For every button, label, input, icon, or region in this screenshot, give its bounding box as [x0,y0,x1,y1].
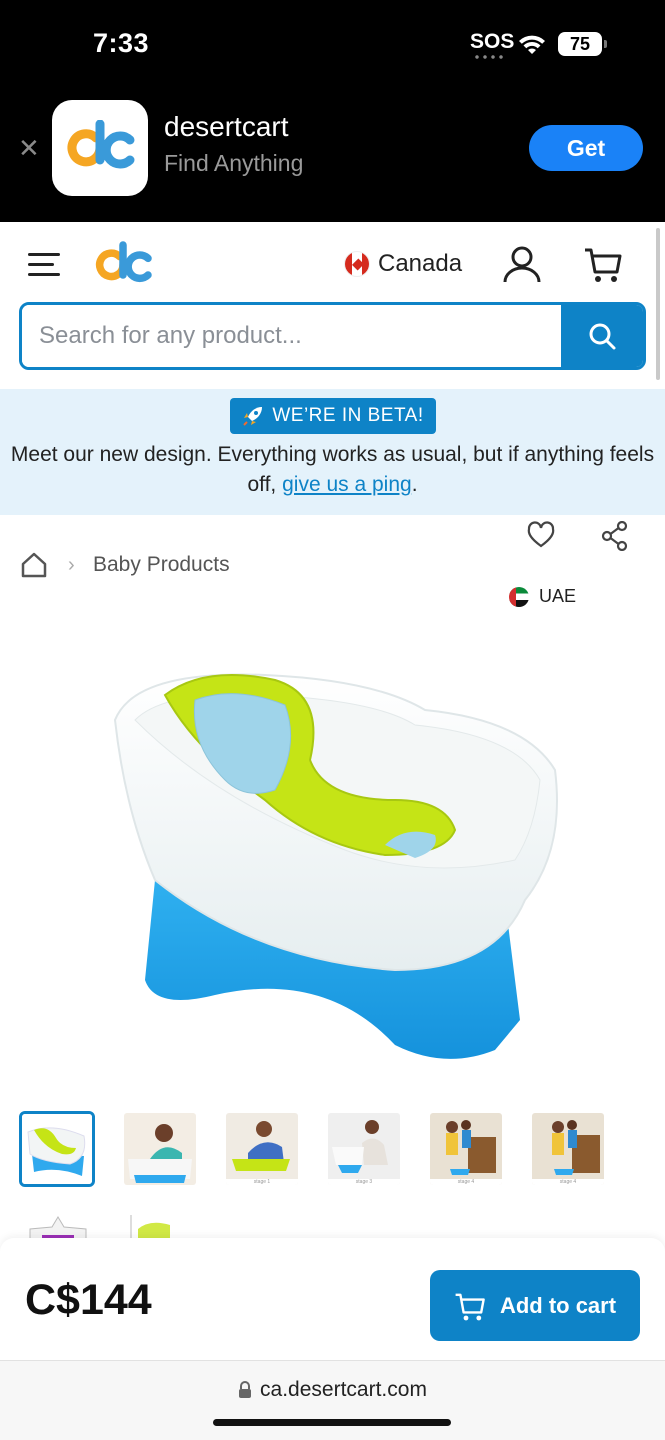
add-to-cart-label: Add to cart [499,1292,617,1318]
url-text: ca.desertcart.com [260,1378,427,1401]
thumbnail-6[interactable]: stage 4 [532,1113,604,1185]
user-account-icon[interactable] [502,244,542,284]
wifi-icon [519,35,545,54]
cart-icon[interactable] [583,244,623,284]
country-selector[interactable]: Canada [344,250,462,278]
browser-url[interactable]: ca.desertcart.com [0,1378,665,1402]
thumbnail-4[interactable]: stage 3 [328,1113,400,1185]
beta-message: Meet our new design. Everything works as… [0,440,665,500]
ships-from: UAE [509,586,576,607]
wishlist-heart-icon[interactable] [526,521,556,549]
status-time: 7:33 [93,28,150,58]
thumbnail-1[interactable] [19,1111,95,1187]
thumbnail-caption: stage 4 [430,1179,502,1185]
battery-icon: 75 [558,32,607,56]
cart-icon [455,1293,485,1320]
thumbnail-image [430,1113,502,1185]
share-icon[interactable] [601,521,629,551]
thumbnail-image [328,1113,400,1185]
thumbnail-image [124,1113,196,1185]
beta-message-end: . [411,473,418,496]
carrier-label: SOS [470,30,515,53]
close-icon[interactable]: ✕ [18,135,40,161]
beta-badge: WE’RE IN BETA! [230,398,436,434]
add-to-cart-button[interactable]: Add to cart [430,1270,640,1341]
app-icon [52,100,148,196]
app-tagline: Find Anything [164,150,304,176]
thumbnail-image [22,1114,92,1184]
home-indicator[interactable] [213,1419,451,1426]
chevron-right-icon: › [68,554,75,576]
product-price: C$144 [25,1276,152,1324]
thumbnail-5[interactable]: stage 4 [430,1113,502,1185]
thumbnail-caption: stage 3 [328,1179,400,1185]
desertcart-logo-icon [67,120,135,169]
search-bar [19,302,646,370]
feedback-link[interactable]: give us a ping [282,473,412,496]
thumbnail-image [226,1113,298,1185]
thumbnail-image [532,1113,604,1185]
thumbnail-3[interactable]: stage 1 [226,1113,298,1185]
country-label: Canada [378,250,463,277]
get-app-button[interactable]: Get [529,125,643,171]
app-name: desertcart [164,111,289,142]
beta-badge-label: WE’RE IN BETA! [272,405,424,426]
uae-flag-icon [509,586,529,607]
signal-dots-icon [473,55,505,59]
scrollbar[interactable] [656,228,660,380]
home-icon[interactable] [20,551,48,579]
thumbnail-caption: stage 4 [532,1179,604,1185]
origin-label: UAE [539,586,577,606]
lock-icon [239,1381,252,1398]
search-button[interactable] [561,305,643,367]
desertcart-logo-icon[interactable] [93,241,153,289]
breadcrumb-category[interactable]: Baby Products [93,553,230,577]
hamburger-menu-icon[interactable] [28,253,60,277]
search-icon [589,323,616,350]
rocket-icon [243,407,263,426]
search-input[interactable] [22,305,561,367]
thumbnail-2[interactable] [124,1113,196,1185]
thumbnail-caption: stage 1 [226,1179,298,1185]
product-image[interactable] [95,650,570,1080]
canada-flag-icon [344,251,370,277]
